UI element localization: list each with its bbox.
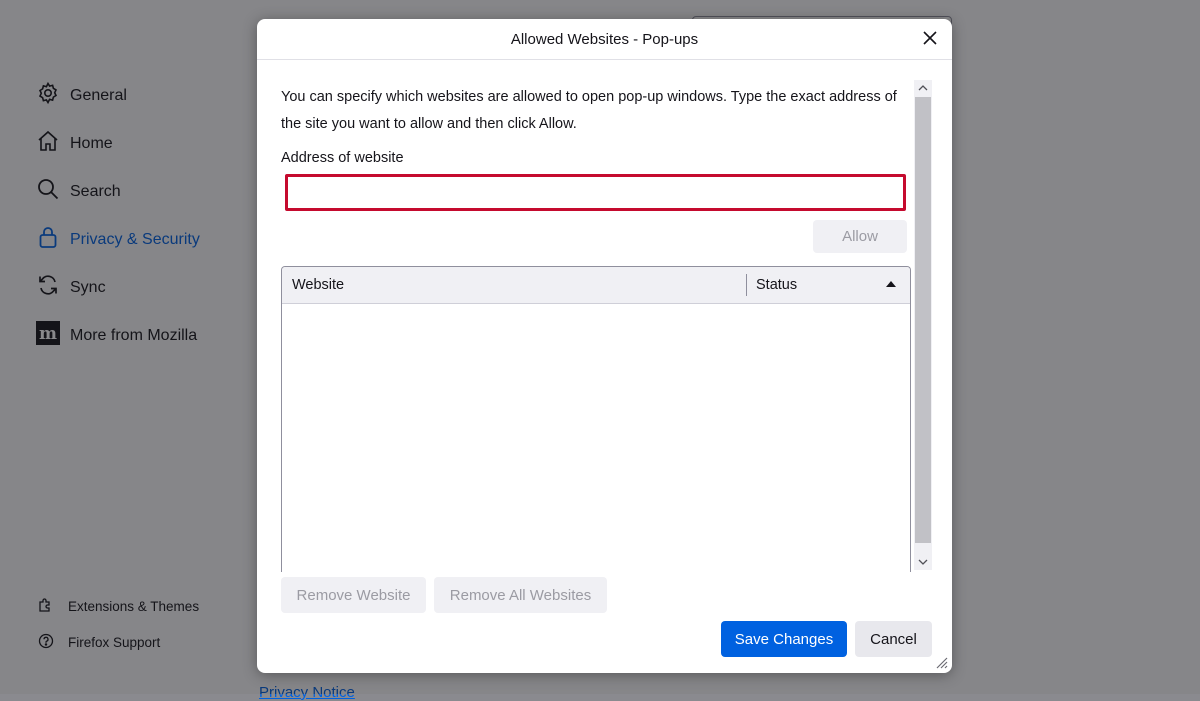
close-button[interactable]	[917, 27, 943, 53]
scroll-down-arrow[interactable]	[914, 554, 932, 570]
cancel-button[interactable]: Cancel	[855, 621, 932, 657]
column-header-status[interactable]: Status	[756, 277, 797, 293]
dialog-header: Allowed Websites - Pop-ups	[257, 19, 952, 60]
allowed-websites-dialog: Allowed Websites - Pop-ups You can speci…	[257, 19, 952, 673]
scroll-up-arrow[interactable]	[914, 80, 932, 96]
websites-table: Website Status	[281, 266, 911, 572]
address-label: Address of website	[281, 150, 404, 166]
table-header: Website Status	[282, 267, 910, 304]
column-header-website[interactable]: Website	[292, 277, 344, 293]
chevron-up-icon	[918, 85, 928, 91]
close-icon	[923, 30, 937, 50]
remove-all-websites-button[interactable]: Remove All Websites	[434, 577, 607, 613]
address-input[interactable]	[285, 174, 906, 211]
dialog-title: Allowed Websites - Pop-ups	[510, 31, 699, 48]
dialog-description: You can specify which websites are allow…	[281, 89, 897, 132]
scrollbar-thumb[interactable]	[915, 97, 931, 543]
resize-grip-icon[interactable]	[934, 655, 948, 669]
column-separator[interactable]	[746, 274, 747, 296]
allow-button[interactable]: Allow	[813, 220, 907, 253]
save-changes-button[interactable]: Save Changes	[721, 621, 847, 657]
remove-website-button[interactable]: Remove Website	[281, 577, 426, 613]
sort-ascending-icon	[886, 281, 896, 287]
chevron-down-icon	[918, 559, 928, 565]
